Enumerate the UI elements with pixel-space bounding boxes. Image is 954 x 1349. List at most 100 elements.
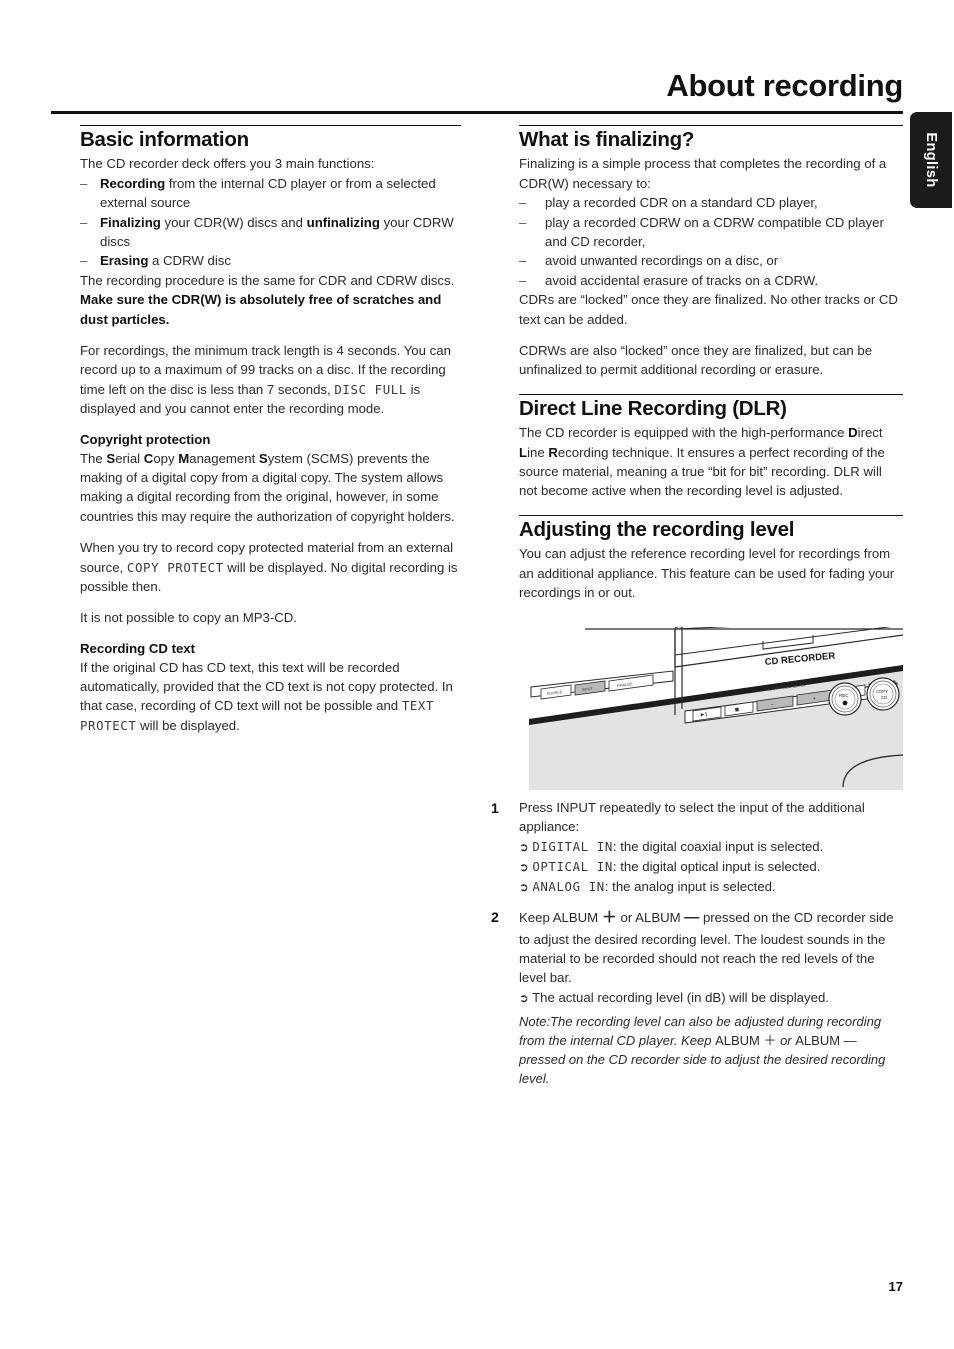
lcd-optical-in: OPTICAL IN (532, 858, 613, 874)
left-column: Basic information The CD recorder deck o… (80, 125, 461, 735)
arrow-icon: ➲ (519, 881, 529, 894)
heading-recording-cd-text: Recording CD text (80, 640, 196, 656)
cdtext-b: will be displayed. (136, 717, 240, 733)
list-item: – avoid accidental erasure of tracks on a… (519, 271, 903, 290)
procedure-text-a: The recording procedure is the same for … (80, 272, 455, 288)
dlr-cap-d: D (848, 425, 858, 441)
dash-bullet: – (519, 272, 527, 288)
arrow-icon: ➲ (519, 992, 529, 1005)
scms-pre: The (80, 450, 107, 466)
right-column: What is finalizing? Finalizing is a simp… (519, 125, 903, 602)
para-procedure: The recording procedure is the same for … (80, 271, 461, 329)
arrow-text: : the digital optical input is selected. (612, 858, 821, 874)
dlr-rest-2: ine (527, 444, 549, 460)
basic-intro: The CD recorder deck offers you 3 main f… (80, 156, 375, 172)
arrow-icon: ➲ (519, 861, 529, 874)
lcd-disc-full: DISC FULL (334, 381, 407, 397)
copy-knob: COPY CD (866, 677, 900, 711)
stop-icon: ■ (735, 708, 740, 713)
arrow-text: : the analog input is selected. (604, 878, 776, 894)
functions-list: – Recording from the internal CD player … (80, 174, 461, 271)
dash-bullet: – (80, 253, 88, 269)
note-album-minus: ALBUM — (795, 1033, 857, 1049)
section-divider (519, 514, 903, 517)
minus-icon: — (684, 909, 700, 927)
scms-rest-4: ystem (267, 450, 303, 466)
para-copy-protect: When you try to record copy protected ma… (80, 538, 461, 596)
section-divider (519, 393, 903, 396)
section-divider (80, 125, 461, 127)
lcd-analog-in: ANALOG IN (532, 878, 605, 894)
function-bold: Erasing (100, 253, 149, 269)
note-block: Note:The recording level can also be adj… (519, 1012, 903, 1088)
note-album-plus: ALBUM ＋ (715, 1033, 777, 1049)
plus-icon: ＋ (601, 909, 617, 927)
note-text-c: pressed on the CD recorder side to adjus… (519, 1052, 886, 1087)
dlr-cap-l: L (519, 444, 528, 460)
arrow-item: ➲ DIGITAL IN: the digital coaxial input … (519, 837, 903, 857)
step-text-a: Keep ALBUM (519, 910, 602, 926)
numbered-steps: 1 Press INPUT repeatedly to select the i… (491, 798, 903, 1019)
step-body: Press INPUT repeatedly to select the inp… (519, 798, 903, 896)
dlr-pre: The CD recorder is equipped with the hig… (519, 425, 849, 441)
step-2: 2 Keep ALBUM ＋ or ALBUM — pressed on the… (491, 907, 903, 1007)
heading-copyright-protection: Copyright protection (80, 431, 211, 447)
procedure-text-b: Make sure the CDR(W) is absolutely free … (80, 292, 442, 327)
heading-what-is-finalizing: What is finalizing? (519, 128, 695, 152)
para-cdrs-locked: CDRs are “locked” once they are finalize… (519, 292, 898, 327)
note-label: Note: (519, 1014, 551, 1029)
rec-knob: REC (828, 682, 862, 716)
scms-rest-2: opy (153, 450, 179, 466)
svg-text:COPY: COPY (876, 689, 888, 694)
arrow-item: ➲ OPTICAL IN: the digital optical input … (519, 857, 903, 877)
section-direct-line-recording: Direct Line Recording (DLR) The CD recor… (519, 393, 903, 501)
step-text: Press INPUT repeatedly to select the inp… (519, 800, 865, 835)
heading-direct-line-recording: Direct Line Recording (DLR) (519, 397, 787, 421)
function-bold-2: unfinalizing (306, 214, 380, 230)
dash-bullet: – (519, 253, 527, 269)
dash-bullet: – (519, 195, 527, 211)
reason-text: avoid unwanted recordings on a disc, or (545, 253, 779, 269)
para-cdrws-locked: CDRWs are also “locked” once they are fi… (519, 343, 873, 378)
finalizing-reasons-list: – play a recorded CDR on a standard CD pl… (519, 193, 903, 290)
section-basic-information: Basic information The CD recorder deck o… (80, 125, 461, 419)
svg-text:CD: CD (881, 695, 887, 700)
scms-cap-s1: S (106, 450, 116, 466)
para-cd-text: If the original CD has CD text, this tex… (80, 658, 461, 736)
step-text-b: or ALBUM (616, 910, 685, 926)
dlr-rest-1: irect (857, 425, 883, 441)
para-scms: The Serial Copy Management System (SCMS)… (80, 449, 461, 527)
dlr-cap-r: R (548, 444, 558, 460)
step-1: 1 Press INPUT repeatedly to select the i… (491, 798, 903, 896)
note-text-b: or (776, 1033, 796, 1049)
step-number: 2 (491, 909, 499, 926)
heading-basic-information: Basic information (80, 128, 249, 152)
title-divider (51, 111, 903, 114)
function-rest: your CDR(W) discs and (160, 214, 307, 230)
reason-text: play a recorded CDR on a standard CD pla… (545, 195, 818, 211)
reason-text: avoid accidental erasure of tracks on a … (545, 272, 819, 288)
scms-cap-m: M (178, 450, 190, 466)
scms-rest-3: anagement (189, 450, 259, 466)
para-mp3: It is not possible to copy an MP3-CD. (80, 610, 297, 626)
scms-cap-c: C (143, 450, 154, 466)
arrow-item: ➲ ANALOG IN: the analog input is selecte… (519, 877, 903, 897)
cdtext-a: If the original CD has CD text, this tex… (80, 659, 453, 714)
arrow-icon: ➲ (519, 841, 529, 854)
list-item: – play a recorded CDR on a standard CD pl… (519, 193, 903, 212)
arrow-item: ➲ The actual recording level (in dB) wil… (519, 988, 903, 1008)
list-item: – Recording from the internal CD player … (80, 174, 461, 213)
function-bold: Finalizing (100, 214, 161, 230)
language-tab-label: English (923, 132, 939, 188)
dash-bullet: – (80, 214, 88, 230)
list-item: – avoid unwanted recordings on a disc, or (519, 251, 903, 270)
play-pause-icon: ▶❙ (701, 711, 709, 718)
dlr-rest-3: ecording (557, 444, 609, 460)
page-number: 17 (888, 1279, 903, 1294)
section-divider (519, 125, 903, 127)
svg-text:REC: REC (839, 693, 849, 698)
arrow-text: : the digital coaxial input is selected. (612, 838, 824, 854)
manual-page: About recording English Basic informatio… (0, 0, 954, 1349)
step-body: Keep ALBUM ＋ or ALBUM — pressed on the C… (519, 907, 903, 1007)
scms-cap-s2: S (258, 450, 268, 466)
